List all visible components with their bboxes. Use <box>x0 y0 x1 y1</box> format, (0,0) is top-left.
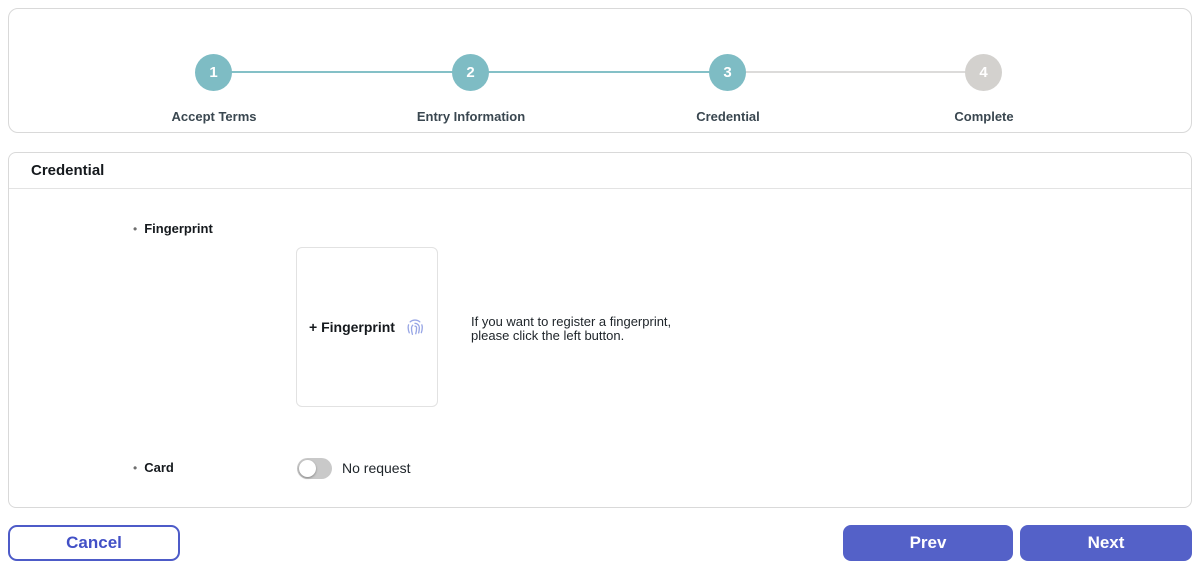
card-field-label: • Card <box>133 460 174 476</box>
step-number: 3 <box>723 64 731 81</box>
next-button[interactable]: Next <box>1020 525 1192 561</box>
stepper-panel: 1 2 3 4 Accept Terms Entry Information C… <box>8 8 1192 133</box>
step-number: 4 <box>979 64 987 81</box>
add-fingerprint-button-label: + Fingerprint <box>309 319 395 335</box>
panel-title: Credential <box>31 162 104 179</box>
card-label-text: Card <box>144 460 174 475</box>
toggle-knob <box>299 460 316 477</box>
stepper-connector-3-4 <box>728 71 984 73</box>
card-toggle-switch[interactable] <box>297 458 332 479</box>
bullet-icon: • <box>133 222 137 236</box>
stepper-connector-1-2 <box>214 71 471 73</box>
step-number: 2 <box>466 64 474 81</box>
step-circle-accept-terms: 1 <box>195 54 232 91</box>
step-label-entry-information: Entry Information <box>361 109 581 124</box>
step-label-credential: Credential <box>618 109 838 124</box>
bullet-icon: • <box>133 461 137 475</box>
add-fingerprint-button[interactable]: + Fingerprint <box>296 247 438 407</box>
helper-line-2: please click the left button. <box>471 329 671 343</box>
card-toggle-label: No request <box>342 460 410 476</box>
credential-panel: Credential • Fingerprint + Fingerprint If… <box>8 152 1192 508</box>
fingerprint-icon <box>405 317 425 337</box>
step-circle-credential: 3 <box>709 54 746 91</box>
prev-button[interactable]: Prev <box>843 525 1013 561</box>
fingerprint-helper-text: If you want to register a fingerprint, p… <box>471 315 671 343</box>
fingerprint-label-text: Fingerprint <box>144 221 213 236</box>
cancel-button[interactable]: Cancel <box>8 525 180 561</box>
fingerprint-field-label: • Fingerprint <box>133 221 213 237</box>
step-number: 1 <box>209 64 217 81</box>
stepper-connector-2-3 <box>471 71 728 73</box>
step-label-accept-terms: Accept Terms <box>104 109 324 124</box>
credential-panel-header: Credential <box>9 153 1191 189</box>
step-circle-complete: 4 <box>965 54 1002 91</box>
registration-wizard-page: 1 2 3 4 Accept Terms Entry Information C… <box>0 0 1200 571</box>
step-label-complete: Complete <box>874 109 1094 124</box>
step-circle-entry-information: 2 <box>452 54 489 91</box>
helper-line-1: If you want to register a fingerprint, <box>471 315 671 329</box>
